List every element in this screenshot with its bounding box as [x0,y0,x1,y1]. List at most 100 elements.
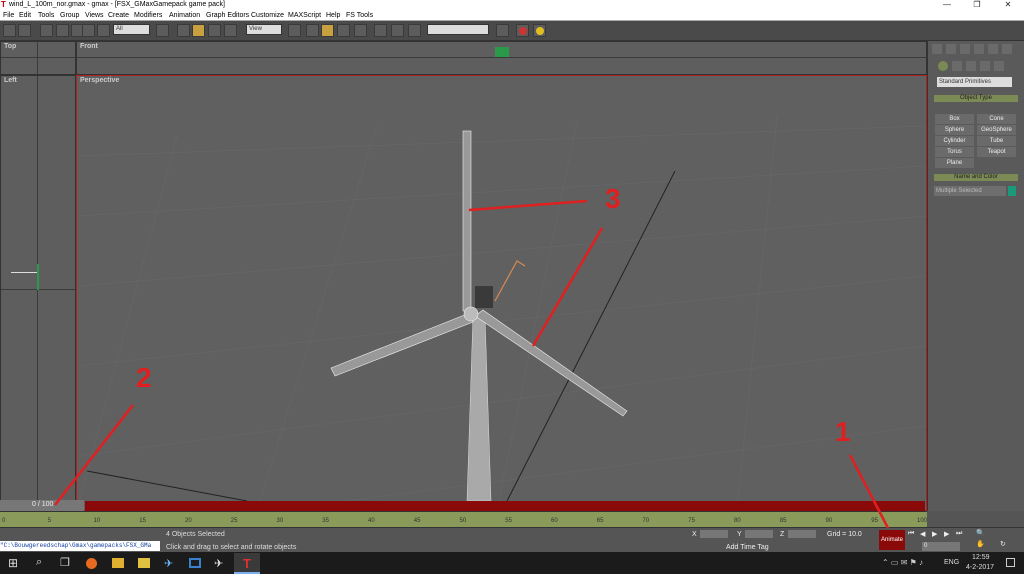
viewport-top-label[interactable]: Top [4,43,16,50]
material-editor-icon[interactable] [496,24,509,37]
viewport-perspective[interactable]: Perspective 3 2 1 [76,75,927,511]
cameras-icon[interactable] [980,61,990,71]
name-and-color-rollout-header[interactable]: Name and Color [934,174,1018,181]
primitives-dropdown[interactable]: Standard Primitives [937,77,1012,87]
z-coordinate-field[interactable] [788,530,816,538]
teapot-button[interactable]: Teapot [977,147,1016,157]
x-coordinate-field[interactable] [700,530,728,538]
menu-customize[interactable]: Customize [251,11,284,20]
axis-z-icon[interactable] [337,24,350,37]
link-icon[interactable] [40,24,53,37]
add-time-tag[interactable]: Add Time Tag [726,544,769,551]
current-frame-field[interactable]: 0 [922,542,960,551]
viewport-front[interactable]: Front [76,41,927,75]
undo-icon[interactable] [3,24,16,37]
plane-app-icon[interactable]: ✈ [214,557,223,570]
pan-icon[interactable]: ✋ [976,540,985,548]
go-to-start-icon[interactable]: ⏮ [908,530,914,538]
gmax-taskbar-icon[interactable]: T [234,553,260,574]
windows-start-icon[interactable]: ⊞ [8,556,18,570]
move-icon[interactable] [177,24,190,37]
percent-snap-icon[interactable] [408,24,421,37]
search-icon[interactable]: ⌕ [36,556,42,569]
minimize-button[interactable]: — [932,0,962,10]
menu-maxscript[interactable]: MAXScript [288,11,321,20]
clock-date[interactable]: 4-2-2017 [966,564,994,571]
snap-icon[interactable] [374,24,387,37]
tube-button[interactable]: Tube [977,136,1016,146]
modify-tab-icon[interactable] [946,44,956,54]
menu-edit[interactable]: Edit [19,11,31,20]
time-slider[interactable]: 0 / 100 [0,500,84,511]
tray-icons[interactable]: ⌃ ▭ ✉ ⚑ ♪ [882,558,923,567]
maximize-button[interactable]: ❐ [962,0,992,10]
menu-file[interactable]: File [3,11,14,20]
menu-help[interactable]: Help [326,11,340,20]
menu-group[interactable]: Group [60,11,79,20]
previous-frame-icon[interactable]: ◀ [920,530,925,538]
motion-tab-icon[interactable] [974,44,984,54]
cylinder-button[interactable]: Cylinder [935,136,974,146]
folder-icon[interactable] [138,558,150,568]
mirror-icon[interactable] [354,24,367,37]
play-icon[interactable]: ▶ [932,530,937,538]
cone-button[interactable]: Cone [977,114,1016,124]
notification-icon[interactable] [1006,558,1015,567]
geometry-icon[interactable] [938,61,948,71]
selection-filter-dropdown[interactable]: All [113,24,150,35]
y-coordinate-field[interactable] [745,530,773,538]
menu-create[interactable]: Create [108,11,129,20]
render-icon[interactable] [516,24,529,37]
viewport-top[interactable]: Top [0,41,76,75]
plane-button[interactable]: Plane [935,158,974,168]
squash-icon[interactable] [224,24,237,37]
named-selection-dropdown[interactable] [427,24,489,35]
utilities-tab-icon[interactable] [1002,44,1012,54]
scale-icon[interactable] [208,24,221,37]
menu-views[interactable]: Views [85,11,104,20]
coord-system-dropdown[interactable]: View [246,24,282,35]
axis-y-icon[interactable] [321,24,334,37]
track-bar[interactable]: 0 5 10 15 20 25 30 35 40 45 50 55 60 65 70 75 80 85 90 95 10… [0,511,927,527]
menu-graph-editors[interactable]: Graph Editors [206,11,249,20]
viewport-front-label[interactable]: Front [80,43,98,50]
object-name-field[interactable]: Multiple Selected [934,186,1006,196]
create-tab-icon[interactable] [932,44,942,54]
select-by-region-icon[interactable] [97,24,110,37]
maxscript-listener[interactable]: "C:\Bouwgereedschap\Gmax\gamepacks\FSX_G… [0,541,160,551]
select-icon[interactable] [82,24,95,37]
close-button[interactable]: ✕ [993,0,1023,10]
viewport-left[interactable]: Left [0,75,76,511]
pivot-icon[interactable] [288,24,301,37]
menu-tools[interactable]: Tools [38,11,54,20]
axis-x-icon[interactable] [306,24,319,37]
geosphere-button[interactable]: GeoSphere [977,125,1016,135]
shapes-icon[interactable] [952,61,962,71]
object-color-swatch[interactable] [1008,186,1016,196]
rotate-icon[interactable] [192,24,205,37]
next-frame-icon[interactable]: ▶ [944,530,949,538]
task-view-icon[interactable]: ❐ [60,556,70,569]
display-tab-icon[interactable] [988,44,998,54]
go-to-end-icon[interactable]: ⏭ [956,530,962,538]
angle-snap-icon[interactable] [391,24,404,37]
app-window-icon[interactable] [189,558,201,568]
lights-icon[interactable] [966,61,976,71]
torus-button[interactable]: Torus [935,147,974,157]
clock-time[interactable]: 12:59 [972,554,990,561]
select-by-name-icon[interactable] [156,24,169,37]
animate-button[interactable]: Animate [879,530,905,550]
quick-render-icon[interactable] [533,24,546,37]
zoom-icon[interactable]: 🔍 [976,529,985,537]
viewport-left-label[interactable]: Left [4,77,17,84]
file-explorer-icon[interactable] [112,558,124,568]
box-button[interactable]: Box [935,114,974,124]
fsx-icon[interactable]: ✈ [164,557,173,570]
hierarchy-tab-icon[interactable] [960,44,970,54]
firefox-icon[interactable] [86,558,97,569]
menu-animation[interactable]: Animation [169,11,200,20]
menu-modifiers[interactable]: Modifiers [134,11,162,20]
menu-fs-tools[interactable]: FS Tools [346,11,373,20]
helpers-icon[interactable] [994,61,1004,71]
arc-rotate-icon[interactable]: ↻ [1000,540,1006,548]
